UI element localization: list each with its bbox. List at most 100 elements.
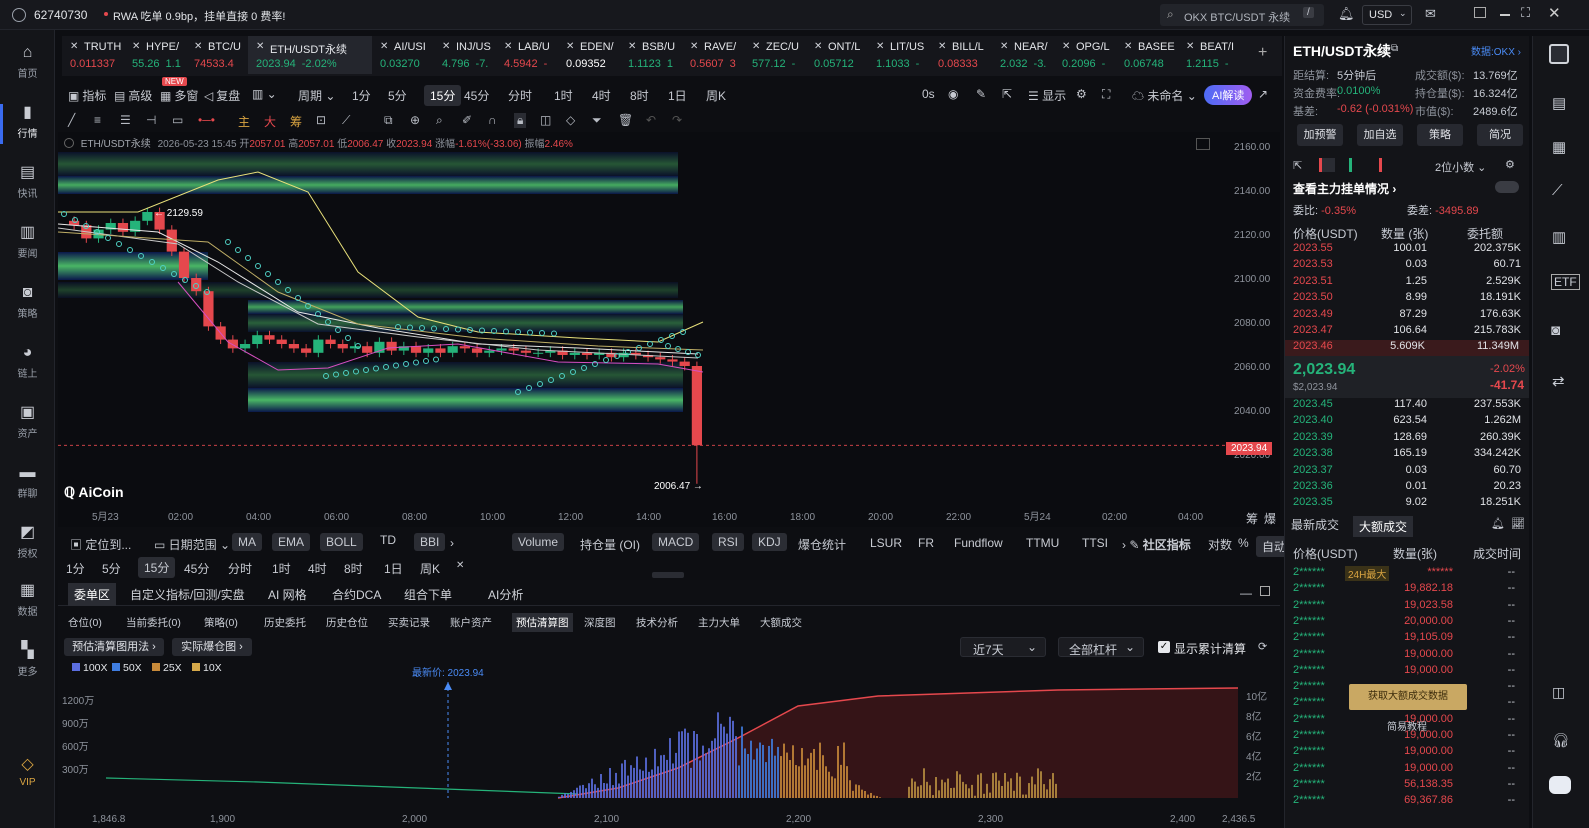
nav-item-3[interactable]: ▥ 要闻 <box>0 218 55 270</box>
sub-ind-5[interactable]: 爆仓统计 <box>798 536 846 553</box>
trade-row[interactable]: 2****** 69,367.86 -- <box>1293 794 1523 810</box>
chart-corner-icon[interactable] <box>1196 138 1210 150</box>
assistant-bot-icon[interactable] <box>1549 776 1571 794</box>
tab-5[interactable]: ✕ INJ/US 4.796 -7. <box>434 36 496 74</box>
magnet-tool-icon[interactable]: ∩ <box>488 113 497 127</box>
trade-row[interactable]: 2****** 19,000.00 -- <box>1293 664 1523 680</box>
tab-close-icon[interactable]: ✕ <box>504 41 512 52</box>
ob-row[interactable]: 2023.39 128.69 260.39K <box>1293 431 1523 447</box>
filter-tool-icon[interactable]: ⏷ <box>592 113 602 128</box>
fetch-large-trades-button[interactable]: 获取大额成交数据 <box>1349 684 1467 710</box>
parallel-tool-icon[interactable]: ≡ <box>94 113 101 127</box>
tab-9[interactable]: ✕ RAVE/0.5607 3 <box>682 36 744 74</box>
precision-select[interactable]: 2位小数 ⌄ <box>1435 159 1486 175</box>
date-range-select[interactable]: ▭ 日期范围 ⌄ <box>154 536 230 553</box>
ib-interval-0[interactable]: 1分 <box>66 560 85 577</box>
sub-ind-8[interactable]: Fundflow <box>954 536 1003 550</box>
ib-interval-2[interactable]: 15分 <box>138 557 176 578</box>
ob-popout-icon[interactable]: ⇱ <box>1293 159 1302 172</box>
hide-tool-icon[interactable]: ◫ <box>540 113 551 127</box>
ob-row[interactable]: 2023.51 1.25 2.529K <box>1293 275 1523 291</box>
undo-icon[interactable]: ↶ <box>646 113 656 127</box>
nav-item-6[interactable]: ▣ 资产 <box>0 398 55 450</box>
replay-button[interactable]: ◁ 复盘 <box>204 87 240 104</box>
settings-icon[interactable]: ⚙ <box>1076 87 1087 101</box>
interval-3[interactable]: 45分 <box>464 87 489 104</box>
chips-corner-label[interactable]: 筹 <box>1246 510 1258 527</box>
ruler-tool-icon[interactable]: ⟋ <box>342 113 350 128</box>
lock-tool-icon[interactable]: 🔒︎ <box>514 113 527 128</box>
export-icon[interactable]: ↗ <box>1258 87 1268 101</box>
ray-tool-icon[interactable]: ⊣ <box>146 113 156 127</box>
action-button-1[interactable]: 加自选 <box>1357 124 1403 146</box>
main-orders-link[interactable]: 查看主力挂单情况 › <box>1293 180 1396 197</box>
interval-8[interactable]: 1日 <box>668 87 687 104</box>
bottom-subtab-10[interactable]: 主力大单 <box>698 615 740 630</box>
ob-row[interactable]: 2023.37 0.03 60.70 <box>1293 464 1523 480</box>
exchange-link[interactable]: 数据:OKX › <box>1471 43 1521 58</box>
tab-close-icon[interactable]: ✕ <box>1000 41 1008 52</box>
tab-close-icon[interactable]: ✕ <box>1062 41 1070 52</box>
tab-14[interactable]: ✕ NEAR/2.032 -3. <box>992 36 1054 74</box>
trade-row[interactable]: 2****** 19,000.00 -- <box>1293 762 1523 778</box>
trade-row[interactable]: 2****** 19,000.00 -- <box>1293 745 1523 761</box>
tab-10[interactable]: ✕ ZEC/U 577.12- <box>744 36 806 74</box>
sub-ind-2[interactable]: MACD <box>652 533 700 551</box>
trendline-tool-icon[interactable]: ╱ <box>68 113 75 127</box>
drag-handle-icon[interactable] <box>652 572 684 578</box>
main-ind-3[interactable]: TD <box>380 533 396 547</box>
bottom-subtab-2[interactable]: 策略(0) <box>204 615 238 630</box>
interval-0[interactable]: 1分 <box>352 87 371 104</box>
nav-item-7[interactable]: ▬ 群聊 <box>0 458 55 510</box>
tab-close-icon[interactable]: ✕ <box>256 41 264 52</box>
tab-close-icon[interactable]: ✕ <box>194 41 202 52</box>
camera-icon[interactable]: ◉ <box>948 87 958 101</box>
copy-tool-icon[interactable]: ⧉ <box>384 113 393 128</box>
tab-close-icon[interactable]: ✕ <box>876 41 884 52</box>
bottom-tab-1[interactable]: 自定义指标/回测/实盘 <box>130 586 245 603</box>
bottom-tab-4[interactable]: 组合下单 <box>404 586 452 603</box>
tab-close-icon[interactable]: ✕ <box>70 41 78 52</box>
tab-16[interactable]: ✕ BASEE 0.06748 <box>1116 36 1178 74</box>
measure-tool-icon[interactable]: ⊡ <box>316 113 326 127</box>
depth-icon[interactable]: ▥ <box>1552 228 1566 246</box>
ib-interval-1[interactable]: 5分 <box>102 560 121 577</box>
minimize-icon[interactable] <box>1500 14 1510 16</box>
swap-icon[interactable]: ⇄ <box>1552 372 1565 390</box>
ib-interval-5[interactable]: 1时 <box>272 560 291 577</box>
price-chart[interactable]: 2160.00 2140.00 2120.00 2100.00 2080.00 2060.… <box>58 132 1280 527</box>
headset-icon[interactable]: 🎧︎ <box>1552 732 1570 749</box>
sub-ind-4[interactable]: KDJ <box>752 533 787 551</box>
add-tab-icon[interactable]: + <box>1258 44 1267 62</box>
display-button[interactable]: ☰ 显示 <box>1028 87 1066 104</box>
bottom-subtab-6[interactable]: 账户资产 <box>450 615 492 630</box>
interval-7[interactable]: 8时 <box>630 87 649 104</box>
interval-9[interactable]: 周K <box>706 87 726 104</box>
nav-item-1[interactable]: ▮ 行情 <box>0 98 55 150</box>
trade-row[interactable]: 2****** 56,138.35 -- <box>1293 778 1523 794</box>
ib-interval-7[interactable]: 8时 <box>344 560 363 577</box>
liq-usage-button[interactable]: 预估清算图用法 › <box>64 638 164 656</box>
zoom-in-icon[interactable]: ⌕ <box>436 113 443 128</box>
redo-icon[interactable]: ↷ <box>672 113 682 127</box>
bottom-subtab-3[interactable]: 历史委托 <box>264 615 306 630</box>
nav-item-4[interactable]: ◙ 策略 <box>0 278 55 330</box>
advanced-button[interactable]: ▤ 高级 <box>114 87 152 104</box>
ib-interval-6[interactable]: 4时 <box>308 560 327 577</box>
chips-label[interactable]: 筹 <box>290 113 302 130</box>
sub-ind-9[interactable]: TTMU <box>1026 536 1059 550</box>
multiwindow-button[interactable]: ▦ 多窗 <box>160 87 198 104</box>
tab-12[interactable]: ✕ LIT/US 1.1033- <box>868 36 930 74</box>
maximize-panel-icon[interactable] <box>1260 586 1270 596</box>
more-main-icon[interactable]: › <box>450 536 454 550</box>
nav-item-0[interactable]: ⌂ 首页 <box>0 38 55 90</box>
zoom-tool-icon[interactable]: ⊕ <box>410 113 420 127</box>
tab-close-icon[interactable]: ✕ <box>1124 41 1132 52</box>
tab-close-icon[interactable]: ✕ <box>566 41 574 52</box>
dot-line-tool-icon[interactable]: •─• <box>198 113 215 127</box>
ob-row[interactable]: 2023.38 165.19 334.242K <box>1293 447 1523 463</box>
trade-row[interactable]: 2****** 19,023.58 -- <box>1293 599 1523 615</box>
orderbook-panel-icon[interactable]: ▤ <box>1552 94 1566 112</box>
community-indicators[interactable]: › ✎ 社区指标 <box>1122 536 1191 553</box>
trade-row[interactable]: 2****** 19,000.00 -- <box>1293 648 1523 664</box>
